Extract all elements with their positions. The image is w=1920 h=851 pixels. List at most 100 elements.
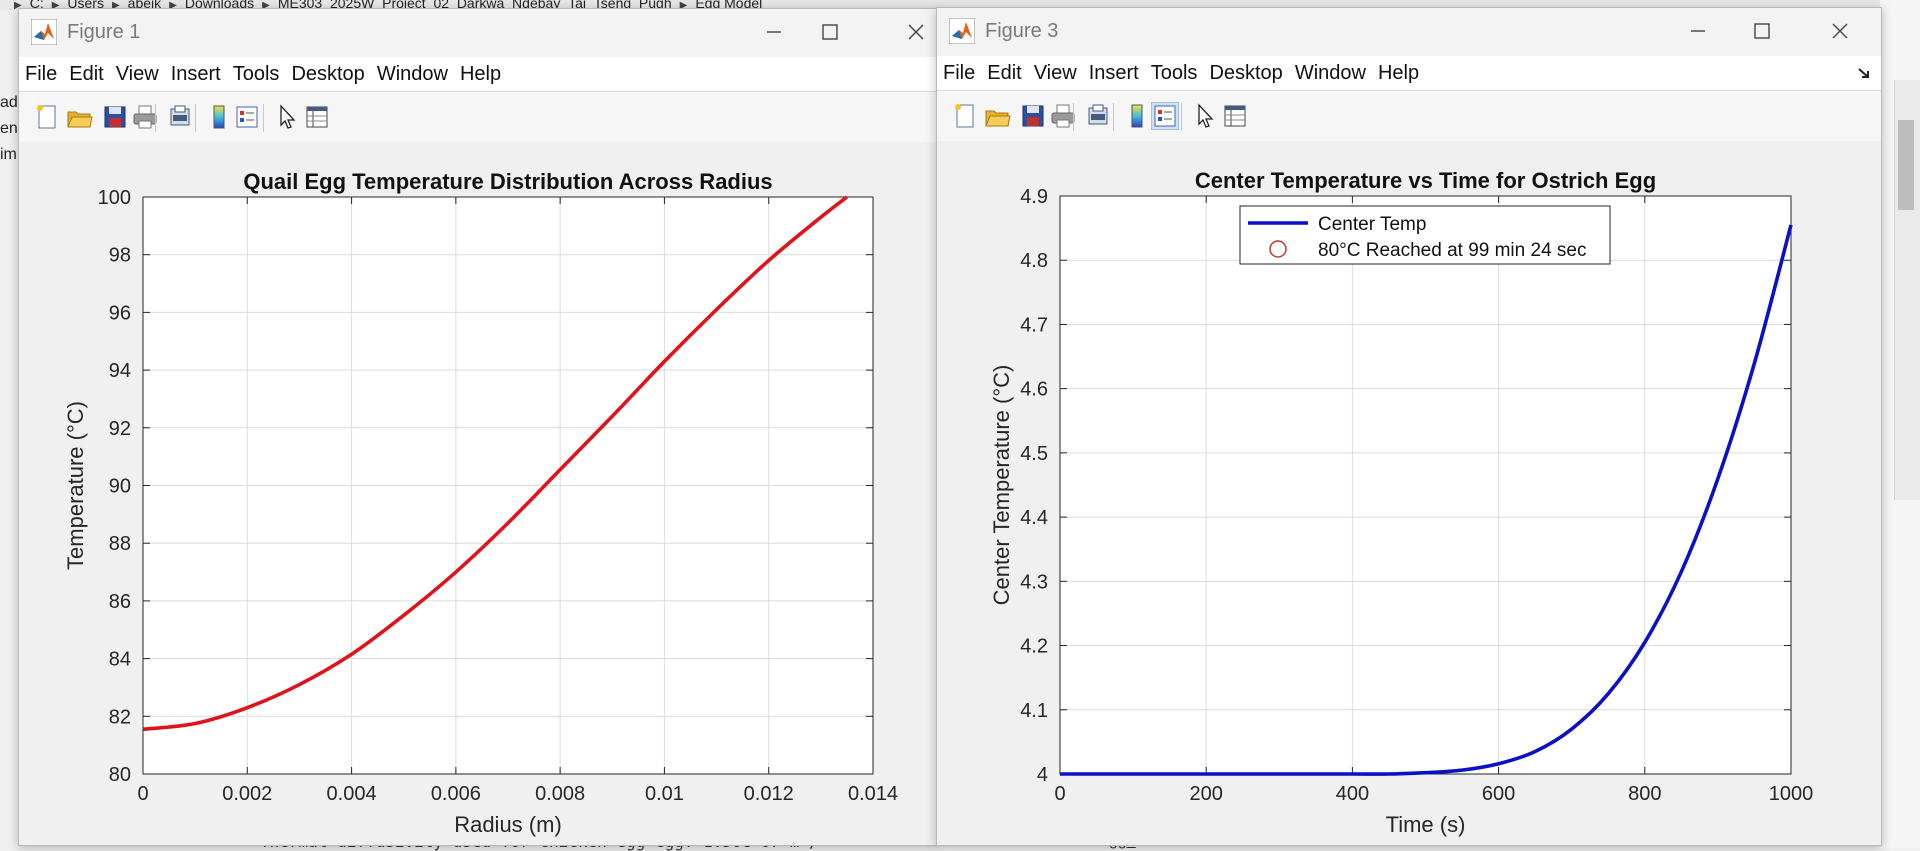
- menu-view[interactable]: View: [1028, 56, 1083, 85]
- menu-window[interactable]: Window: [1289, 56, 1372, 85]
- y-tick-label: 4.5: [1020, 443, 1048, 465]
- matlab-logo-icon: [31, 19, 57, 45]
- toolbar-separator: [1113, 103, 1114, 131]
- figure-3-titlebar[interactable]: Figure 3: [937, 8, 1881, 56]
- quail-temperature-chart: 0 0.002 0.004 0.006 0.008 0.01 0.012 0.014 80 82 8…: [63, 169, 898, 837]
- legend-box: Center Temp 80°C Reached at 99 min 24 sec: [1239, 205, 1611, 265]
- menu-desktop[interactable]: Desktop: [285, 57, 370, 86]
- minimize-icon[interactable]: [751, 15, 797, 49]
- property-inspector-icon[interactable]: [303, 103, 331, 131]
- select-arrow-icon[interactable]: [273, 103, 301, 131]
- x-tick-label: 0: [137, 783, 148, 805]
- x-tick-label: 0.006: [431, 783, 481, 805]
- x-tick-label: 400: [1336, 783, 1369, 805]
- x-tick-label: 1000: [1769, 783, 1814, 805]
- menu-file[interactable]: File: [19, 57, 63, 86]
- y-tick-label: 82: [109, 706, 131, 728]
- x-tick-label: 0.012: [744, 783, 794, 805]
- x-axis-label: Radius (m): [454, 812, 562, 837]
- menu-file[interactable]: File: [937, 56, 981, 85]
- fragment-2: en: [0, 120, 18, 137]
- toolbar-separator: [1073, 103, 1074, 131]
- fragment-3: im: [0, 146, 17, 163]
- y-tick-label: 4.3: [1020, 571, 1048, 593]
- y-tick-label: 86: [109, 591, 131, 613]
- background-scroll-thumb[interactable]: [1898, 120, 1914, 210]
- menu-insert[interactable]: Insert: [1083, 56, 1145, 85]
- toolbar-separator: [155, 104, 156, 132]
- figure-3-canvas: 0 200 400 600 800 1000 4 4.1 4.2 4.3 4.4 4.5 4.6 4.7 4…: [937, 141, 1881, 845]
- menu-insert[interactable]: Insert: [165, 57, 227, 86]
- y-axis-label: Temperature (°C): [63, 401, 88, 570]
- legend-label: 80°C Reached at 99 min 24 sec: [1318, 240, 1586, 261]
- maximize-icon[interactable]: [807, 15, 853, 49]
- figure-1-canvas: 0 0.002 0.004 0.006 0.008 0.01 0.012 0.014 80 82 8…: [19, 142, 937, 845]
- y-tick-label: 88: [109, 533, 131, 555]
- close-icon[interactable]: [1817, 14, 1863, 48]
- menu-desktop[interactable]: Desktop: [1203, 56, 1288, 85]
- x-tick-label: 0.004: [327, 783, 377, 805]
- x-tick-label: 0: [1054, 783, 1065, 805]
- open-file-icon[interactable]: [65, 103, 93, 131]
- menu-edit[interactable]: Edit: [981, 56, 1027, 85]
- new-figure-icon[interactable]: [33, 103, 61, 131]
- figure-1-titlebar[interactable]: Figure 1: [19, 9, 937, 57]
- figure-1-title: Figure 1: [67, 21, 141, 43]
- menu-tools[interactable]: Tools: [227, 57, 286, 86]
- matlab-logo-icon: [949, 18, 975, 44]
- background-right-panel: [1880, 0, 1920, 848]
- x-tick-label: 600: [1482, 783, 1515, 805]
- menu-help[interactable]: Help: [1372, 56, 1425, 85]
- x-tick-label: 800: [1628, 783, 1661, 805]
- maximize-icon[interactable]: [1739, 14, 1785, 48]
- colorbar-icon[interactable]: [205, 103, 233, 131]
- y-tick-label: 98: [109, 245, 131, 267]
- open-file-icon[interactable]: [983, 102, 1011, 130]
- fragment-1: ad: [0, 94, 18, 111]
- figure-1-toolbar: [19, 91, 937, 143]
- menu-window[interactable]: Window: [371, 57, 454, 86]
- close-icon[interactable]: [893, 15, 939, 49]
- chart-title: Quail Egg Temperature Distribution Acros…: [243, 169, 772, 194]
- chart-title: Center Temperature vs Time for Ostrich E…: [1195, 168, 1656, 193]
- figure-3-toolbar: [937, 90, 1881, 142]
- figure-3-window[interactable]: Figure 3 File Edit View Insert Tools Desktop W…: [936, 7, 1882, 846]
- save-icon[interactable]: [101, 103, 129, 131]
- y-tick-label: 4.9: [1020, 186, 1048, 208]
- figure-3-menubar: File Edit View Insert Tools Desktop Window Help: [937, 56, 1881, 90]
- y-tick-label: 96: [109, 302, 131, 324]
- legend-icon[interactable]: [233, 103, 261, 131]
- menu-view[interactable]: View: [110, 57, 165, 86]
- y-tick-label: 92: [109, 418, 131, 440]
- x-tick-label: 0.008: [535, 783, 585, 805]
- y-tick-label: 4: [1037, 764, 1048, 786]
- y-tick-label: 4.1: [1020, 700, 1048, 722]
- x-tick-label: 0.002: [222, 783, 272, 805]
- y-tick-label: 4.6: [1020, 379, 1048, 401]
- menu-help[interactable]: Help: [454, 57, 507, 86]
- dock-arrow-icon[interactable]: [1857, 66, 1871, 80]
- select-arrow-icon[interactable]: [1191, 102, 1219, 130]
- legend-icon[interactable]: [1151, 102, 1179, 130]
- y-tick-label: 4.4: [1020, 507, 1048, 529]
- ostrich-center-temperature-chart: 0 200 400 600 800 1000 4 4.1 4.2 4.3 4.4 4.5 4.6 4.7 4…: [989, 168, 1814, 837]
- background-left-fragments: ad en im: [0, 90, 20, 168]
- y-tick-label: 94: [109, 360, 131, 382]
- print-preview-icon[interactable]: [1085, 102, 1113, 130]
- property-inspector-icon[interactable]: [1221, 102, 1249, 130]
- legend-label: Center Temp: [1318, 214, 1426, 235]
- y-tick-label: 80: [109, 764, 131, 786]
- menu-edit[interactable]: Edit: [63, 57, 109, 86]
- minimize-icon[interactable]: [1675, 14, 1721, 48]
- y-tick-label: 4.7: [1020, 314, 1048, 336]
- menu-tools[interactable]: Tools: [1145, 56, 1204, 85]
- figure-3-title: Figure 3: [985, 20, 1059, 42]
- x-tick-label: 0.01: [645, 783, 684, 805]
- toolbar-separator: [195, 104, 196, 132]
- figure-1-window[interactable]: Figure 1 File Edit View Insert Tools Desktop W…: [18, 8, 938, 846]
- save-icon[interactable]: [1019, 102, 1047, 130]
- new-figure-icon[interactable]: [951, 102, 979, 130]
- colorbar-icon[interactable]: [1123, 102, 1151, 130]
- y-tick-label: 100: [98, 187, 131, 209]
- print-preview-icon[interactable]: [167, 103, 195, 131]
